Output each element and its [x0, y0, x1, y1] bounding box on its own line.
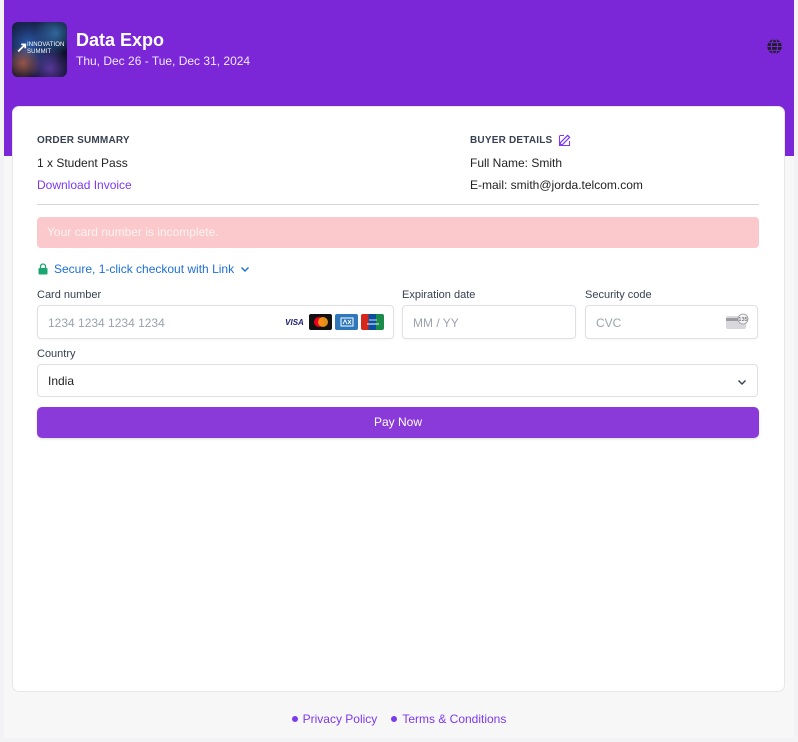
event-dates: Thu, Dec 26 - Tue, Dec 31, 2024: [76, 54, 251, 68]
cvc-placeholder: CVC: [596, 316, 622, 330]
footer: Privacy Policy Terms & Conditions: [4, 711, 794, 727]
link-checkout-text: Secure, 1-click checkout with Link: [54, 262, 235, 276]
edit-icon: [558, 134, 571, 147]
country-selected: India: [48, 374, 75, 388]
checkout-frame: ↗ INNOVATION SUMMIT Data Expo Thu, Dec 2…: [4, 0, 794, 738]
buyer-email: E-mail: smith@jorda.telcom.com: [470, 178, 643, 192]
terms-text: Terms & Conditions: [402, 712, 507, 726]
event-thumbnail: ↗ INNOVATION SUMMIT: [12, 22, 67, 77]
lock-icon: [38, 263, 48, 275]
order-summary-heading: ORDER SUMMARY: [37, 135, 130, 146]
security-code-input[interactable]: CVC 135: [585, 305, 758, 339]
country-select[interactable]: India: [37, 364, 758, 397]
amex-logo: [335, 314, 358, 330]
buyer-details-heading: BUYER DETAILS: [470, 135, 553, 146]
thumbnail-text: INNOVATION SUMMIT: [27, 42, 65, 55]
security-code-label: Security code: [585, 289, 652, 301]
expiry-placeholder: MM / YY: [413, 316, 459, 330]
card-number-label: Card number: [37, 289, 102, 301]
card-number-placeholder: 1234 1234 1234 1234: [48, 316, 165, 330]
expiry-label: Expiration date: [402, 289, 476, 301]
privacy-policy-link[interactable]: Privacy Policy: [291, 711, 378, 727]
summit-logo-mark: ↗: [16, 39, 28, 55]
chevron-down-icon: [738, 380, 746, 385]
language-button[interactable]: [764, 36, 784, 56]
edit-buyer-button[interactable]: [558, 133, 572, 147]
country-label: Country: [37, 348, 76, 360]
pay-now-button[interactable]: Pay Now: [37, 407, 759, 438]
card-brand-logos: VISA: [283, 314, 384, 331]
bullet-icon: [391, 716, 398, 722]
download-invoice-link[interactable]: Download Invoice: [37, 178, 132, 192]
terms-link[interactable]: Terms & Conditions: [391, 711, 506, 727]
globe-icon: [766, 38, 782, 54]
order-item: 1 x Student Pass: [37, 156, 128, 170]
privacy-policy-text: Privacy Policy: [302, 712, 378, 726]
checkout-card: ORDER SUMMARY 1 x Student Pass Download …: [13, 107, 784, 691]
event-title: Data Expo: [76, 30, 165, 50]
card-number-input[interactable]: 1234 1234 1234 1234 VISA: [37, 305, 394, 339]
mastercard-logo: [309, 314, 332, 330]
expiry-input[interactable]: MM / YY: [402, 305, 576, 339]
divider: [37, 204, 759, 205]
buyer-name: Full Name: Smith: [470, 156, 563, 170]
card-error-banner: Your card number is incomplete.: [37, 217, 759, 248]
visa-logo: VISA: [283, 314, 306, 330]
unionpay-logo: [361, 314, 384, 330]
link-checkout-toggle[interactable]: Secure, 1-click checkout with Link: [37, 262, 251, 276]
card-back-icon: 135: [726, 313, 749, 329]
cvc-hint: 135: [738, 317, 747, 323]
chevron-down-icon: [241, 267, 250, 272]
bullet-icon: [291, 716, 298, 722]
